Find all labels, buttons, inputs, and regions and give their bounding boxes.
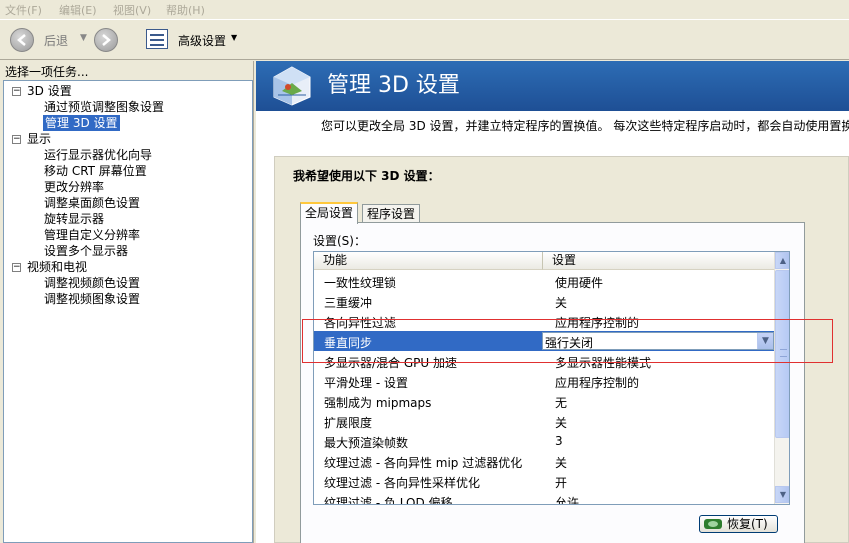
setting-cell[interactable]: 允许: [555, 494, 579, 504]
collapse-icon[interactable]: −: [12, 135, 21, 144]
nvidia-logo-icon: [704, 519, 722, 529]
feature-cell: 最大预渲染帧数: [324, 436, 409, 450]
settings-panel: 我希望使用以下 3D 设置： 全局设置 程序设置 设置(S)： 功能 设置 一致…: [274, 156, 849, 543]
page-description: 您可以更改全局 3D 设置，并建立特定程序的置换值。 每次这些特定程序启动时，都…: [321, 119, 849, 133]
setting-cell[interactable]: 应用程序控制的: [555, 314, 639, 331]
page-banner: 管理 3D 设置: [256, 61, 849, 111]
tab-global-settings[interactable]: 全局设置: [300, 202, 359, 224]
setting-cell[interactable]: 无: [555, 394, 567, 411]
tree-item-crt-position[interactable]: 移动 CRT 屏幕位置: [44, 163, 147, 179]
column-header-setting[interactable]: 设置: [542, 252, 774, 270]
table-row[interactable]: 最大预渲染帧数 3: [314, 431, 774, 451]
advanced-settings-button[interactable]: 高级设置: [178, 32, 226, 49]
table-row[interactable]: 平滑处理 - 设置 应用程序控制的: [314, 371, 774, 391]
tab-program-settings[interactable]: 程序设置: [362, 204, 421, 224]
menu-file[interactable]: 文件(F): [5, 2, 42, 18]
setting-cell[interactable]: 关: [555, 454, 567, 471]
table-row[interactable]: 纹理过滤 - 负 LOD 偏移 允许: [314, 491, 774, 505]
collapse-icon[interactable]: −: [12, 87, 21, 96]
setting-cell[interactable]: 多显示器性能模式: [555, 354, 651, 371]
feature-cell: 纹理过滤 - 各向异性 mip 过滤器优化: [324, 456, 523, 470]
tree-item-multi-display[interactable]: 设置多个显示器: [44, 243, 128, 259]
tree-item-custom-resolution[interactable]: 管理自定义分辨率: [44, 227, 140, 243]
feature-cell: 三重缓冲: [324, 296, 373, 310]
table-row[interactable]: 纹理过滤 - 各向异性采样优化 开: [314, 471, 774, 491]
tree-item-manage-3d[interactable]: 管理 3D 设置: [43, 115, 120, 131]
column-header-feature[interactable]: 功能: [314, 252, 542, 270]
settings-list-label: 设置(S)：: [313, 234, 366, 248]
setting-dropdown[interactable]: 强行关闭 ▼: [542, 332, 774, 350]
content-pane: 管理 3D 设置 您可以更改全局 3D 设置，并建立特定程序的置换值。 每次这些…: [256, 61, 849, 543]
toolbar: 后退 ▼ 高级设置 ▼: [0, 20, 849, 60]
menu-bar: 文件(F) 编辑(E) 视图(V) 帮助(H): [0, 0, 849, 20]
collapse-icon[interactable]: −: [12, 263, 21, 272]
feature-cell: 纹理过滤 - 各向异性采样优化: [324, 476, 480, 490]
table-row[interactable]: 强制成为 mipmaps 无: [314, 391, 774, 411]
scroll-up-icon[interactable]: ▲: [775, 252, 789, 269]
setting-cell[interactable]: 开: [555, 474, 567, 491]
task-pane: 选择一项任务... − 3D 设置 通过预览调整图象设置 管理 3D 设置 − …: [0, 61, 254, 543]
restore-button[interactable]: 恢复(T): [699, 515, 778, 533]
feature-cell: 平滑处理 - 设置: [324, 376, 408, 390]
setting-dropdown-value: 强行关闭: [545, 336, 594, 350]
back-arrow-icon: [17, 34, 26, 46]
tree-item-video-image[interactable]: 调整视频图象设置: [44, 291, 140, 307]
menu-view[interactable]: 视图(V): [113, 2, 151, 18]
feature-cell: 多显示器/混合 GPU 加速: [324, 356, 457, 370]
feature-cell: 扩展限度: [324, 416, 373, 430]
setting-cell[interactable]: 3: [555, 434, 563, 448]
tree-item-video-color[interactable]: 调整视频颜色设置: [44, 275, 140, 291]
page-title: 管理 3D 设置: [327, 73, 460, 98]
setting-cell[interactable]: 使用硬件: [555, 274, 603, 291]
3d-cube-icon: [273, 66, 311, 106]
task-pane-title: 选择一项任务...: [5, 65, 89, 79]
dropdown-arrow-icon[interactable]: ▼: [757, 333, 773, 349]
back-button[interactable]: [10, 28, 34, 52]
setting-cell[interactable]: 关: [555, 414, 567, 431]
tab-body: 设置(S)： 功能 设置 一致性纹理锁 使用硬件 三重缓冲关各向异性过滤 应用程序控制…: [300, 222, 805, 543]
tree-item-monitor-wizard[interactable]: 运行显示器优化向导: [44, 147, 152, 163]
table-row[interactable]: 扩展限度 关: [314, 411, 774, 431]
menu-edit[interactable]: 编辑(E): [59, 2, 97, 18]
forward-button[interactable]: [94, 28, 118, 52]
scroll-down-icon[interactable]: ▼: [775, 486, 789, 503]
table-row[interactable]: 三重缓冲 关: [314, 291, 774, 311]
feature-cell: 各向异性过滤: [324, 316, 397, 330]
feature-cell: 一致性纹理锁: [324, 276, 397, 290]
advanced-settings-icon[interactable]: [146, 29, 168, 49]
feature-cell: 纹理过滤 - 负 LOD 偏移: [324, 496, 453, 505]
settings-grid: 功能 设置 一致性纹理锁 使用硬件 三重缓冲关各向异性过滤 应用程序控制的 垂直同步 强行…: [313, 251, 790, 505]
menu-help[interactable]: 帮助(H): [166, 2, 205, 18]
tree-item-desktop-color[interactable]: 调整桌面颜色设置: [44, 195, 140, 211]
table-row[interactable]: 各向异性过滤 应用程序控制的: [314, 311, 774, 331]
restore-label: 恢复(T): [727, 517, 768, 531]
chevron-down-icon[interactable]: ▼: [231, 33, 237, 42]
feature-cell: 强制成为 mipmaps: [324, 396, 432, 410]
table-row[interactable]: 多显示器/混合 GPU 加速 多显示器性能模式: [314, 351, 774, 371]
tree-item-preview-image[interactable]: 通过预览调整图象设置: [44, 99, 164, 115]
table-row[interactable]: 一致性纹理锁 使用硬件: [314, 271, 774, 291]
tree-category-3d[interactable]: 3D 设置: [27, 83, 72, 99]
forward-arrow-icon: [102, 34, 111, 46]
table-row[interactable]: 纹理过滤 - 各向异性 mip 过滤器优化 关: [314, 451, 774, 471]
table-row[interactable]: 垂直同步 强行关闭 ▼: [314, 331, 774, 351]
tree-category-video-tv[interactable]: 视频和电视: [27, 259, 87, 275]
tree-category-display[interactable]: 显示: [27, 131, 51, 147]
back-label: 后退: [44, 34, 69, 48]
vertical-scrollbar[interactable]: ▲ ▼: [774, 252, 789, 504]
setting-cell[interactable]: 关: [555, 294, 567, 311]
scroll-thumb[interactable]: [775, 270, 789, 438]
tree-item-resolution[interactable]: 更改分辨率: [44, 179, 104, 195]
settings-heading: 我希望使用以下 3D 设置：: [293, 169, 440, 183]
setting-cell[interactable]: 应用程序控制的: [555, 374, 639, 391]
task-tree: − 3D 设置 通过预览调整图象设置 管理 3D 设置 − 显示 运行显示器优化…: [3, 80, 253, 543]
feature-cell: 垂直同步: [324, 336, 373, 350]
tree-item-rotate-display[interactable]: 旋转显示器: [44, 211, 104, 227]
back-dropdown-icon[interactable]: ▼: [80, 33, 87, 43]
